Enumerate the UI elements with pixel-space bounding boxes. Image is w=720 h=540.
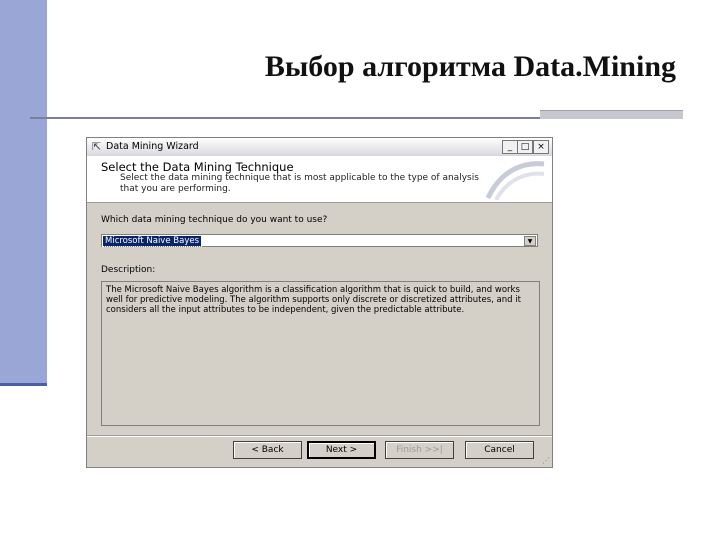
next-button[interactable]: Next > <box>307 441 376 459</box>
close-button[interactable]: × <box>533 140 549 154</box>
technique-selected-value: Microsoft Naive Bayes <box>101 235 203 247</box>
back-button[interactable]: < Back <box>233 441 302 459</box>
description-label: Description: <box>101 265 156 275</box>
technique-question-label: Which data mining technique do you want … <box>101 215 328 225</box>
wizard-app-icon: ⇱ <box>92 140 102 153</box>
maximize-button[interactable]: □ <box>517 140 533 154</box>
wizard-step-title: Select the Data Mining Technique <box>101 160 294 174</box>
minimize-button[interactable]: _ <box>502 140 518 154</box>
data-mining-wizard-window: ⇱ Data Mining Wizard _ □ × Select the Da… <box>86 137 553 468</box>
window-titlebar[interactable]: ⇱ Data Mining Wizard _ □ × <box>87 138 552 157</box>
slide-left-bar-edge <box>0 383 47 386</box>
slide-divider-block <box>540 110 683 119</box>
description-box: The Microsoft Naive Bayes algorithm is a… <box>101 281 540 426</box>
chevron-down-icon[interactable]: ▼ <box>524 236 536 246</box>
wizard-step-subtitle: Select the data mining technique that is… <box>120 173 479 194</box>
description-text: The Microsoft Naive Bayes algorithm is a… <box>106 285 521 315</box>
technique-dropdown[interactable]: Microsoft Naive Bayes ▼ <box>101 234 538 247</box>
window-title: Data Mining Wizard <box>106 141 199 152</box>
cancel-button[interactable]: Cancel <box>465 441 534 459</box>
finish-button[interactable]: Finish >>| <box>385 441 454 459</box>
resize-grip-icon[interactable]: ⋰ <box>542 456 550 465</box>
slide-title: Выбор алгоритма Data.Mining <box>264 50 676 83</box>
wizard-header: Select the Data Mining Technique Select … <box>87 156 552 203</box>
button-row-divider <box>87 435 552 437</box>
wizard-swoosh-logo-icon <box>485 161 545 200</box>
slide-left-bar <box>0 0 47 383</box>
